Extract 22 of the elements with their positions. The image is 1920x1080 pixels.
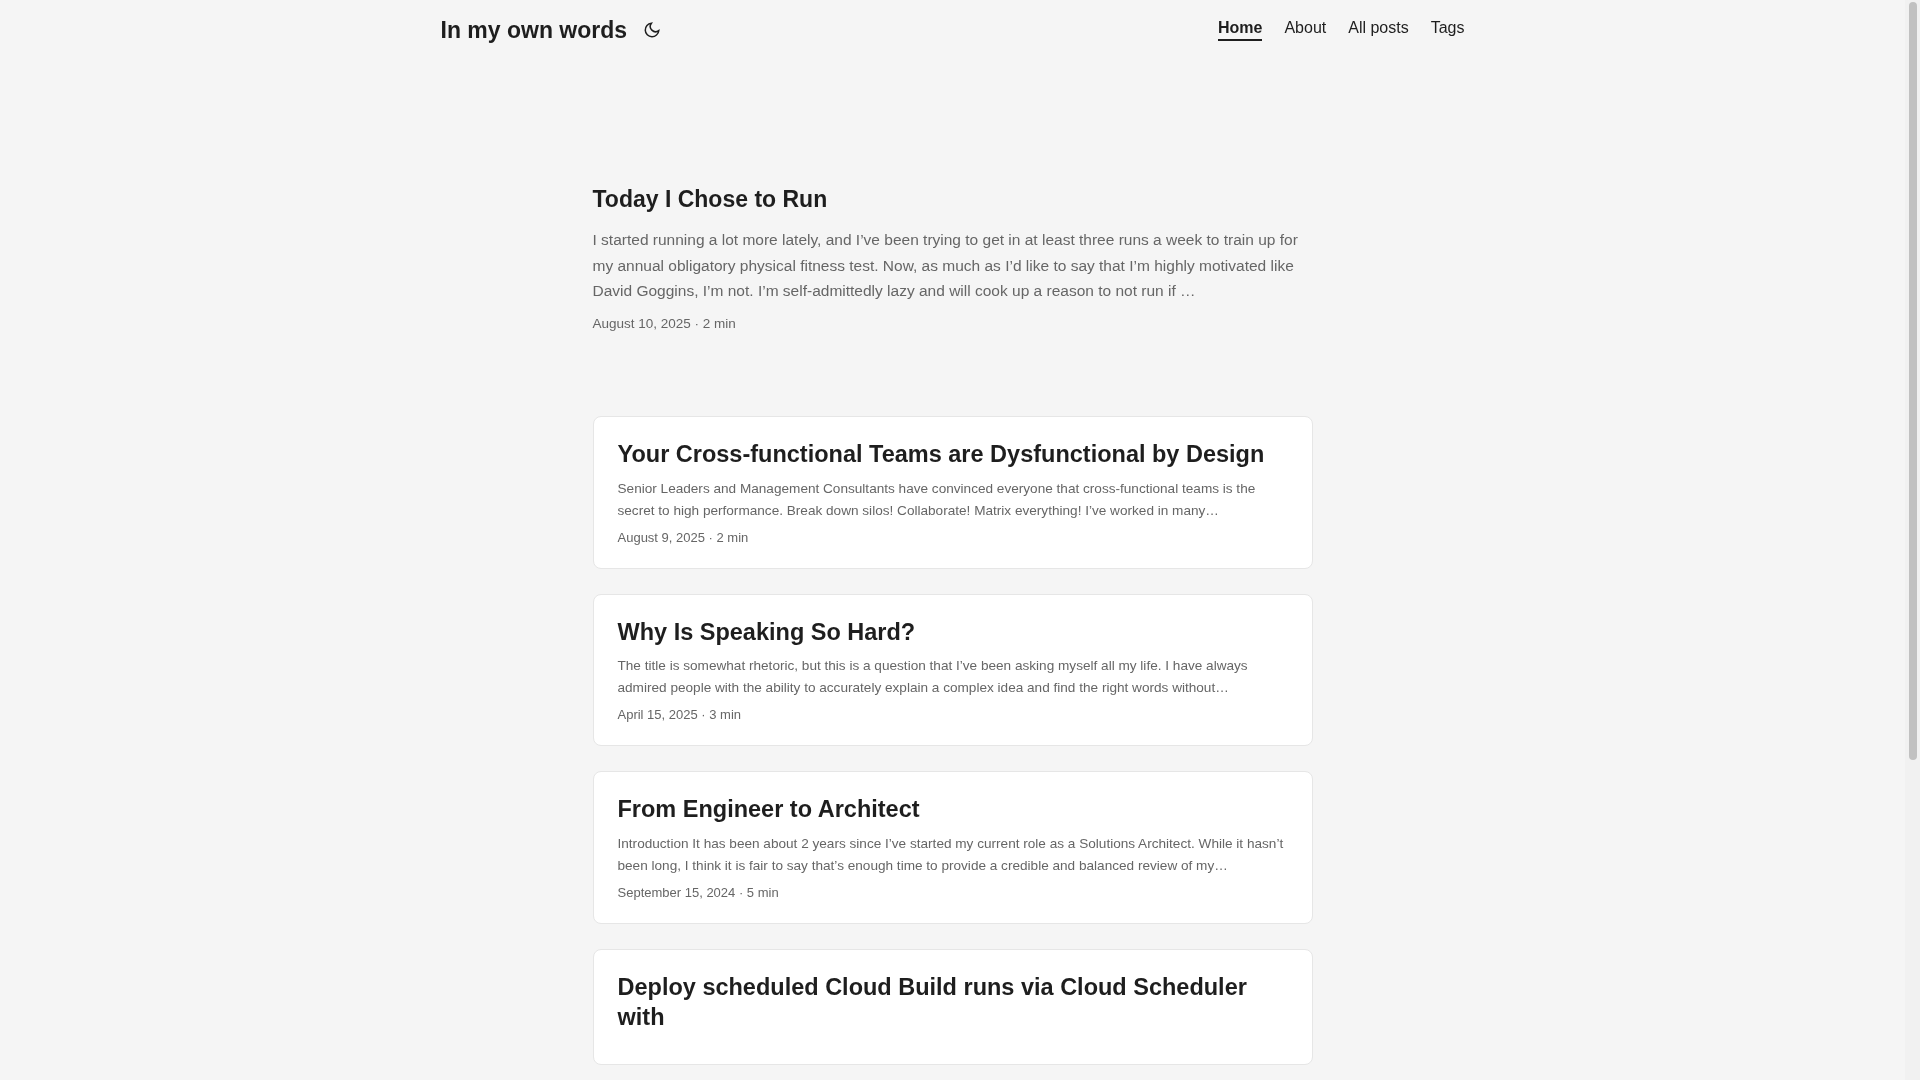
theme-toggle-icon[interactable]: [643, 21, 662, 39]
post-title[interactable]: Why Is Speaking So Hard?: [617, 616, 1288, 648]
scrollbar[interactable]: [1905, 0, 1920, 1080]
post-title[interactable]: Your Cross-functional Teams are Dysfunctional by Design: [617, 439, 1288, 470]
post-card[interactable]: [592, 416, 1313, 569]
nav-link[interactable]: All posts: [1348, 19, 1409, 41]
post-excerpt: Introduction It has been about 2 years since I’ve started my current role as a Solutions Architect. While it hasn’t been long, I think it is fair to say that’s enough time to provide a credible and balanced review of my…: [617, 834, 1285, 875]
post-title[interactable]: Deploy scheduled Cloud Build runs via Cloud Scheduler with: [617, 971, 1288, 1033]
nav-link[interactable]: Tags: [1430, 19, 1465, 41]
site-title[interactable]: In my own words: [440, 16, 628, 44]
post-title[interactable]: From Engineer to Architect: [617, 794, 1288, 825]
post-excerpt: The title is somewhat rhetoric, but this is a question that I’ve been asking myself all my life. I have always admired people with the ability to accurately explain a complex idea and find the right words without…: [617, 657, 1249, 698]
post-meta: April 15, 2025 · 3 min: [617, 707, 743, 723]
post-meta: September 15, 2024 · 5 min: [617, 884, 780, 900]
nav-link[interactable]: Home: [1217, 19, 1263, 41]
nav-link[interactable]: About: [1284, 19, 1327, 41]
post-excerpt: I started running a lot more lately, and I’ve been trying to get in at least three runs a week to train up for my annual obligatory physical fitness test. Now, as much as I’d like to say that I’m highly motivated like David Goggins, I’m not. I’m self-admittedly lazy and will cook up a reason to not run if …: [592, 230, 1299, 301]
post-excerpt: Senior Leaders and Management Consultants have convinced everyone that cross-functional teams is the secret to high performance. Break down silos! Collaborate! Matrix everything! I’ve worked in many…: [617, 479, 1257, 520]
post-meta: August 9, 2025 · 2 min: [617, 529, 750, 545]
post-meta: August 10, 2025 · 2 min: [592, 315, 737, 331]
post-card[interactable]: Deploy scheduled Cloud Build runs via Cloud Scheduler with: [592, 948, 1313, 1065]
post-title[interactable]: Today I Chose to Run: [592, 186, 1313, 213]
